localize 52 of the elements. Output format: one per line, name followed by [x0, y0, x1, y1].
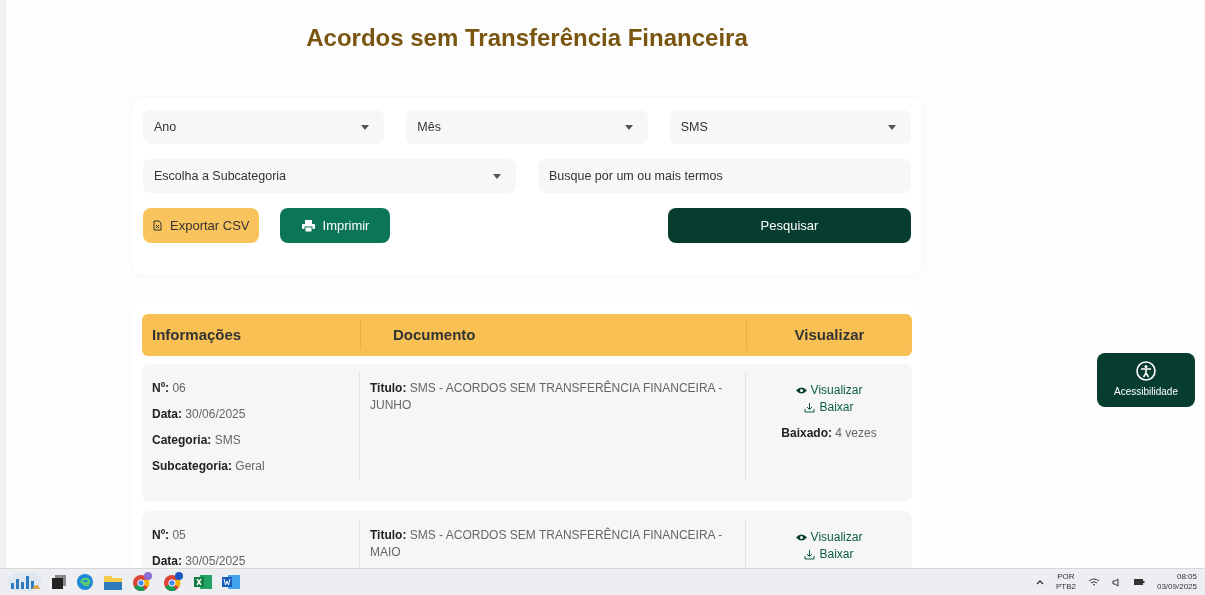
- accessibility-icon: [1136, 361, 1156, 381]
- info-text: Data: 30/05/2025: [152, 553, 247, 568]
- select-dropdown[interactable]: Mês: [406, 110, 648, 144]
- caret-icon: [361, 124, 370, 130]
- wifi-icon[interactable]: [1087, 577, 1100, 587]
- clock-time[interactable]: 08:05: [1176, 572, 1197, 582]
- browser-icon[interactable]: [132, 572, 153, 592]
- caret-icon: [493, 173, 501, 179]
- spreadsheet-icon[interactable]: [194, 574, 212, 590]
- info-text: Categoria: SMS: [152, 432, 242, 449]
- search-field[interactable]: Busque por um ou mais termos: [538, 159, 911, 193]
- search-button[interactable]: Pesquisar: [668, 208, 911, 243]
- select-dropdown[interactable]: SMS: [669, 110, 911, 144]
- eye-icon: [795, 387, 807, 394]
- info-text: Nº: 05: [152, 527, 187, 544]
- info-text: Subcategoria: Geral: [152, 458, 266, 475]
- battery-icon[interactable]: [1132, 578, 1145, 586]
- page-title: Acordos sem Transferência Financeira: [306, 23, 748, 53]
- view-link[interactable]: Visualizar: [795, 382, 863, 399]
- language-indicator[interactable]: POR: [1057, 572, 1075, 582]
- download-count: Baixado: 4 vezes: [781, 425, 877, 442]
- chevron-up-icon[interactable]: [1035, 579, 1044, 585]
- download-icon: [804, 549, 816, 560]
- window-icon[interactable]: [52, 575, 66, 589]
- browser-icon[interactable]: [163, 572, 184, 592]
- download-icon: [804, 402, 816, 413]
- browser-icon[interactable]: [76, 573, 94, 591]
- caret-icon: [888, 124, 896, 130]
- eye-icon: [795, 534, 807, 541]
- info-text: Nº: 06: [152, 380, 187, 397]
- export-csv-button[interactable]: Exportar CSV: [143, 208, 260, 243]
- caret-icon: [624, 124, 633, 130]
- column-header: Visualizar: [746, 320, 912, 350]
- document-icon[interactable]: [222, 574, 240, 590]
- download-link[interactable]: Baixar: [804, 546, 854, 563]
- speaker-icon[interactable]: [1111, 577, 1121, 587]
- accessibility-button[interactable]: Acessibilidade: [1097, 353, 1195, 407]
- document-title: Titulo: SMS - ACORDOS SEM TRANSFERÊNCIA FINANCEIRA - JUNHO: [370, 380, 724, 414]
- download-link[interactable]: Baixar: [804, 399, 854, 416]
- folder-icon[interactable]: [104, 574, 122, 590]
- select-dropdown[interactable]: Escolha a Subcategoria: [143, 159, 516, 193]
- column-header: Documento: [360, 320, 746, 350]
- print-button[interactable]: Imprimir: [280, 208, 391, 243]
- printer-icon: [301, 219, 315, 232]
- document-title: Titulo: SMS - ACORDOS SEM TRANSFERÊNCIA FINANCEIRA - MAIO: [370, 527, 724, 561]
- column-header: Informações: [151, 324, 243, 345]
- view-link[interactable]: Visualizar: [795, 529, 863, 546]
- language-indicator[interactable]: PTB2: [1055, 582, 1076, 592]
- file-icon: [153, 220, 162, 231]
- select-dropdown[interactable]: Ano: [143, 110, 385, 144]
- info-text: Data: 30/06/2025: [152, 406, 247, 423]
- clock-date[interactable]: 03/09/2025: [1156, 582, 1197, 592]
